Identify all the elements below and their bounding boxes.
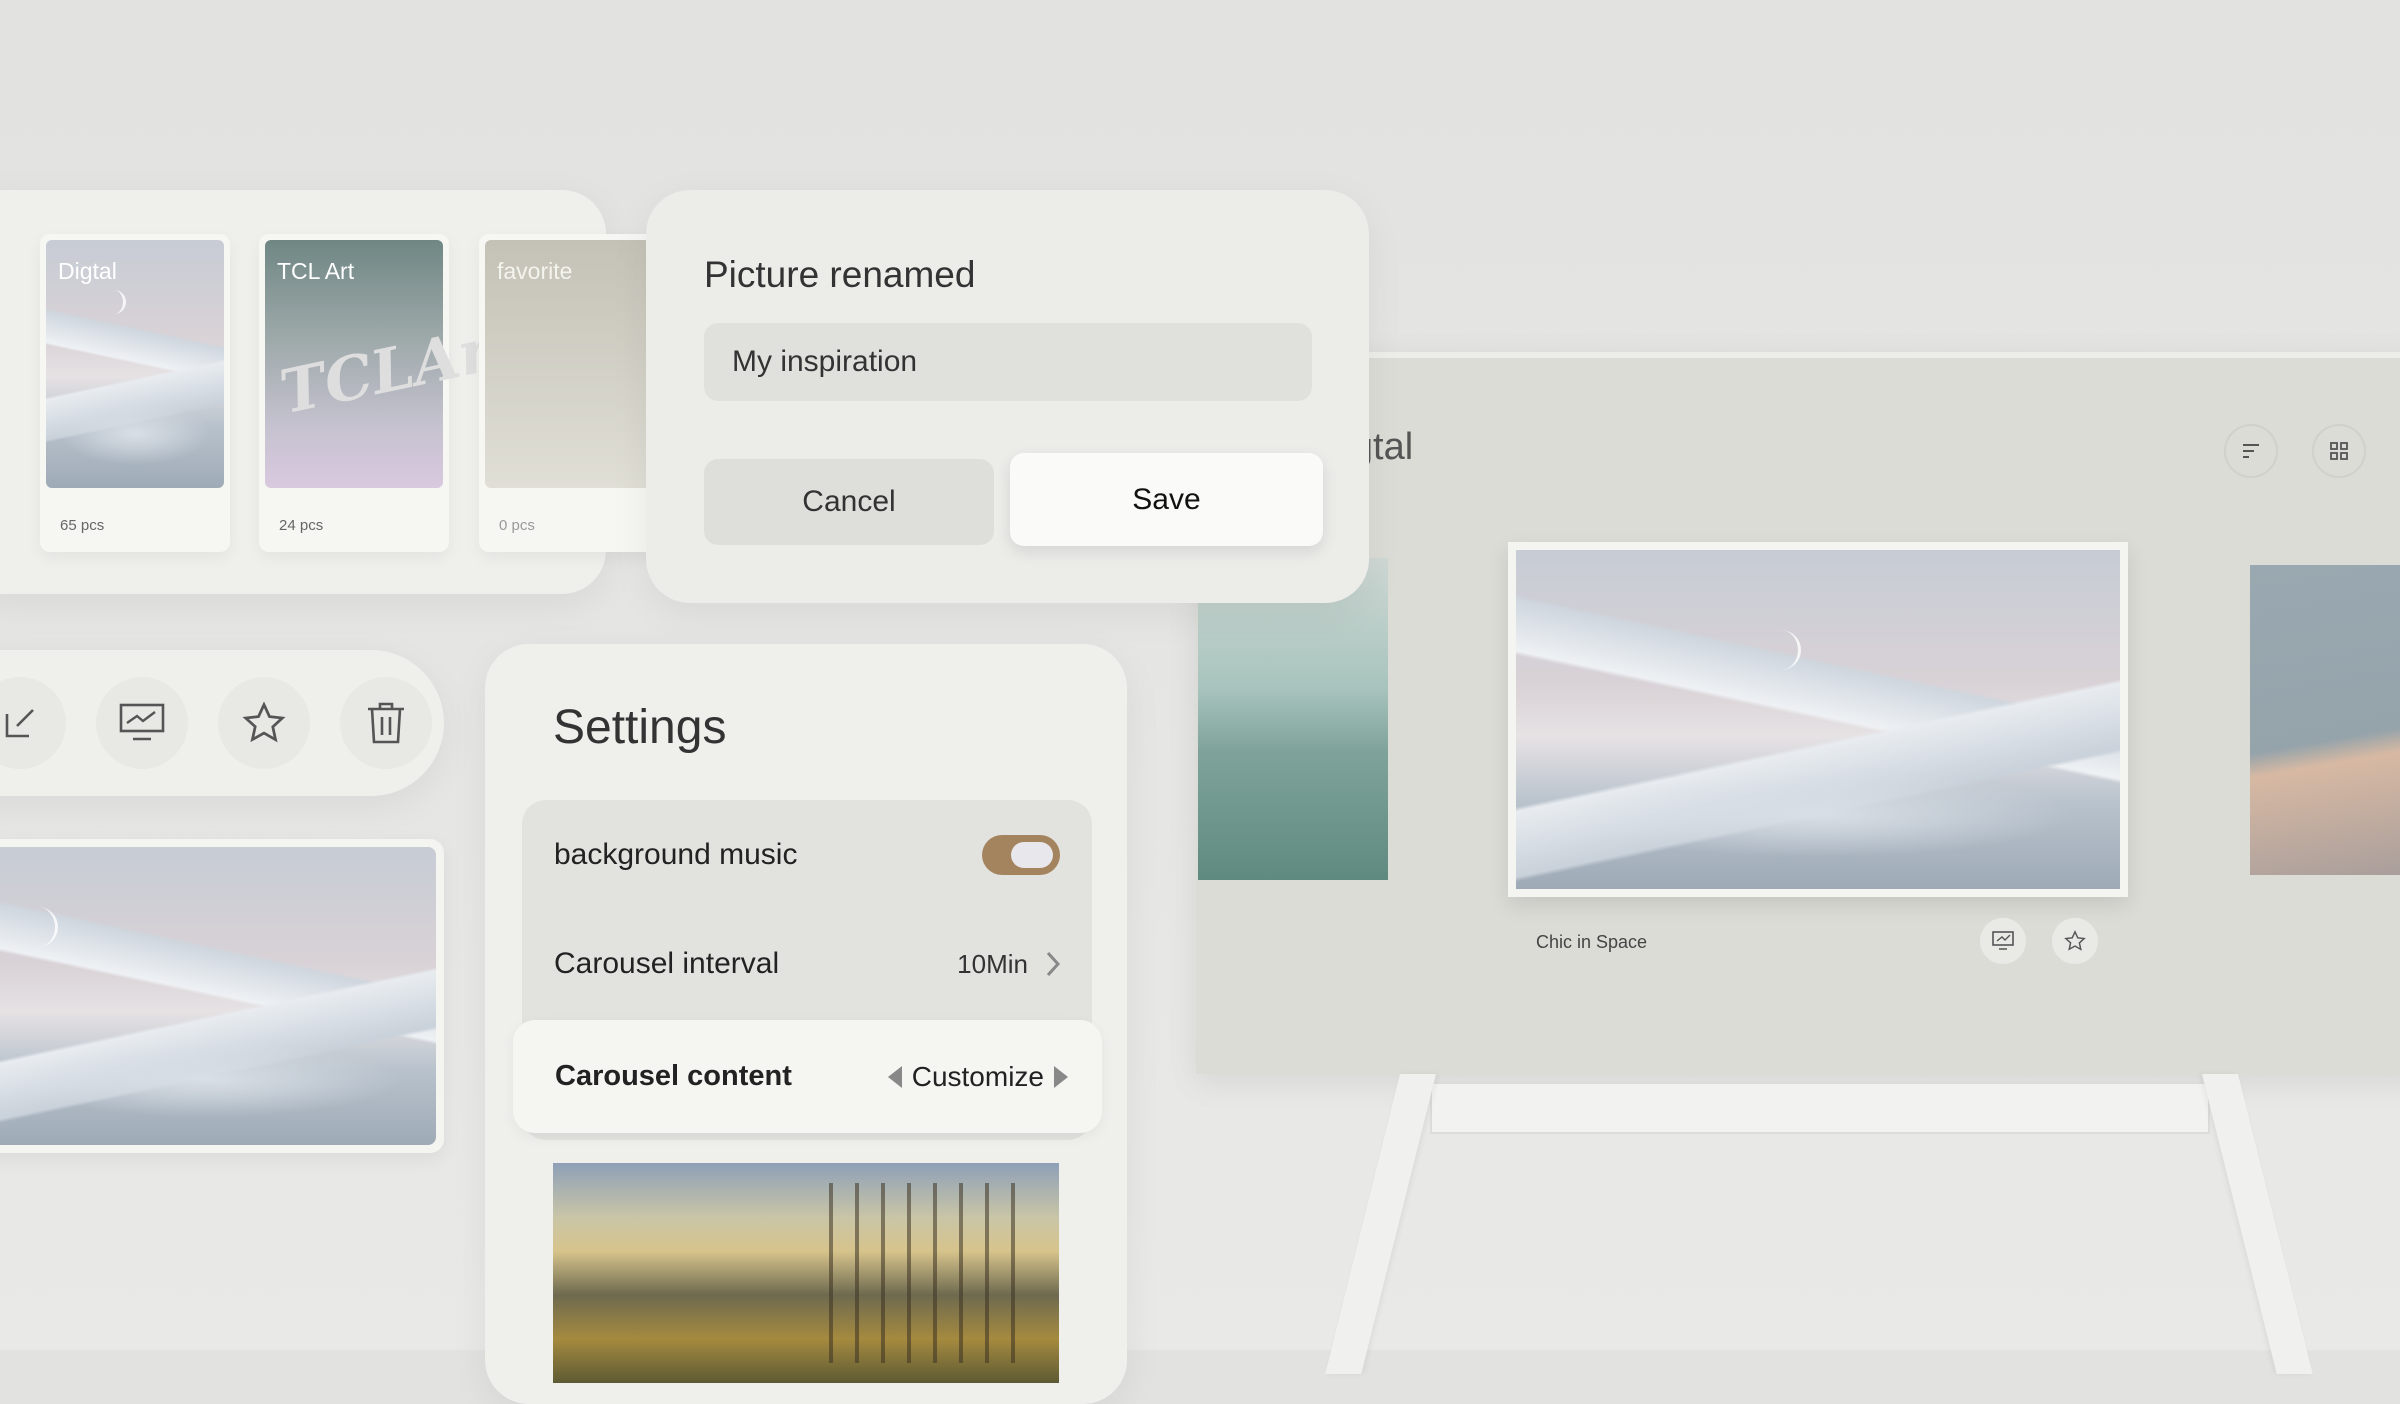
save-button[interactable]: Save: [1010, 453, 1323, 546]
album-card-favorite[interactable]: favorite 0 pcs: [479, 234, 669, 552]
star-icon: [2064, 930, 2086, 951]
picture-toolbar: [0, 650, 444, 796]
albums-panel: Digtal 65 pcs TCL Art TCLArt 24 pcs favo…: [0, 190, 669, 594]
gallery-image-right[interactable]: [2250, 565, 2400, 875]
gallery-image-left[interactable]: [1198, 558, 1388, 880]
set-display-button[interactable]: [96, 677, 188, 769]
arrow-left-icon[interactable]: [887, 1065, 902, 1088]
settings-panel: Settings background music Carousel inter…: [485, 644, 1127, 1404]
sort-icon: [2243, 444, 2259, 458]
picture-name-input[interactable]: My inspiration: [704, 323, 1312, 401]
interval-value: 10Min: [957, 948, 1028, 979]
arrow-right-icon[interactable]: [1054, 1065, 1068, 1088]
set-display-button[interactable]: [1980, 918, 2026, 964]
favorite-button[interactable]: [2052, 918, 2098, 964]
display-icon: [1992, 931, 2014, 950]
picture-preview[interactable]: [0, 839, 444, 1153]
sort-button[interactable]: [2224, 424, 2278, 478]
favorite-button[interactable]: [218, 677, 310, 769]
background-music-toggle[interactable]: [982, 835, 1060, 875]
carousel-interval-row[interactable]: Carousel interval 10Min: [522, 910, 1092, 1018]
rename-dialog: Picture renamed My inspiration Cancel Sa…: [646, 190, 1369, 603]
album-card-digtal[interactable]: Digtal 65 pcs: [40, 234, 230, 552]
dialog-title: Picture renamed: [704, 254, 976, 295]
carousel-content-value: Customize: [911, 1060, 1044, 1092]
tv-screen: Digtal Chic in Space: [1196, 352, 2400, 1074]
delete-button[interactable]: [340, 677, 432, 769]
gallery-image-selected[interactable]: [1508, 542, 2128, 897]
star-icon: [242, 701, 286, 743]
grid-icon: [2330, 442, 2348, 460]
edit-button[interactable]: [0, 677, 66, 769]
settings-title: Settings: [553, 701, 727, 754]
cancel-button[interactable]: Cancel: [704, 459, 994, 545]
carousel-painting-thumbnail[interactable]: [553, 1163, 1059, 1383]
album-card-tcl-art[interactable]: TCL Art TCLArt 24 pcs: [259, 234, 524, 552]
grid-view-button[interactable]: [2312, 424, 2366, 478]
display-icon: [119, 703, 165, 741]
edit-icon: [5, 709, 34, 738]
background-music-row[interactable]: background music: [522, 800, 1092, 910]
tv-stand: [1325, 1074, 2400, 1374]
picture-caption: Chic in Space: [1536, 932, 1648, 952]
trash-icon: [368, 702, 404, 744]
chevron-right-icon: [1046, 951, 1060, 977]
carousel-content-row[interactable]: Carousel content Customize: [513, 1020, 1102, 1133]
